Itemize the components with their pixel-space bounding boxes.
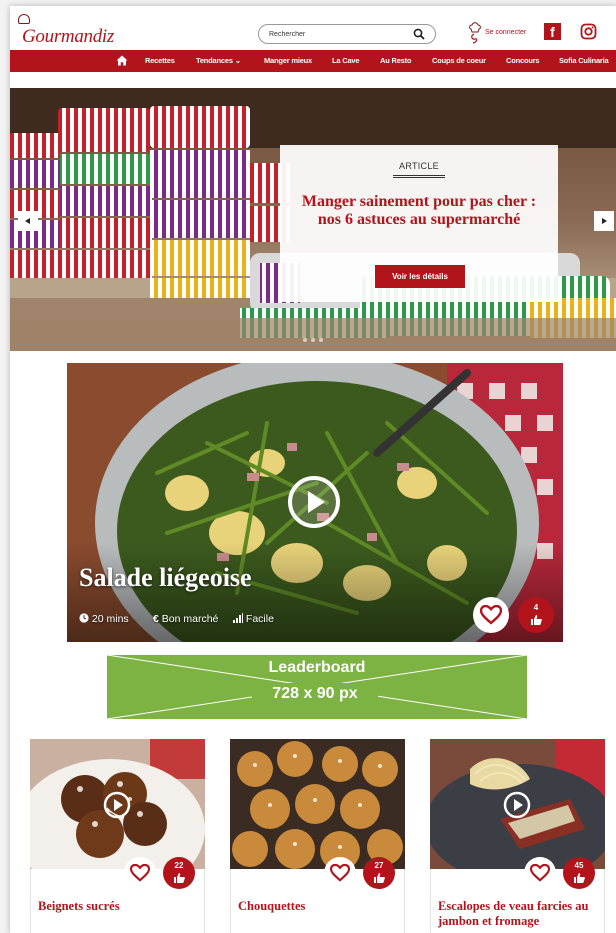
top-bar: Gourmandiz Se connecter f [10, 6, 616, 52]
featured-price: € Bon marché [153, 613, 218, 625]
nav-item-tendances[interactable]: Tendances ⌄ [196, 56, 241, 65]
favorite-button[interactable] [524, 857, 556, 889]
likes-badge[interactable]: 4 [518, 597, 554, 633]
play-icon[interactable] [503, 791, 531, 819]
hero-details-button[interactable]: Voir les détails [375, 265, 465, 288]
search-icon[interactable] [413, 28, 425, 40]
nav-item-au-resto[interactable]: Au Resto [380, 56, 412, 65]
recipe-name[interactable]: Chouquettes [238, 899, 400, 914]
recipe-name[interactable]: Escalopes de veau farcies au jambon et f… [438, 899, 600, 929]
slider-dot[interactable] [311, 338, 315, 342]
nav-item-sofia-culinaria[interactable]: Sofia Culinaria [559, 56, 609, 65]
thumb-icon [531, 615, 542, 625]
clock-icon [79, 613, 89, 623]
nav-item-recettes[interactable]: Recettes [145, 56, 175, 65]
chef-hat-icon [18, 14, 30, 24]
slider-dots [303, 338, 323, 342]
play-icon[interactable] [287, 475, 341, 529]
nav-item-concours[interactable]: Concours [506, 56, 540, 65]
hero-tag: ARTICLE [399, 161, 439, 171]
hero-card: ARTICLE Manger sainement pour pas cher :… [280, 145, 558, 302]
nav-item-la-cave[interactable]: La Cave [332, 56, 360, 65]
favorite-button[interactable] [324, 857, 356, 889]
ad-label: Leaderboard [268, 659, 366, 676]
thumb-icon [174, 873, 185, 883]
featured-time: 20 mins [79, 613, 129, 625]
hero-tag-rule [393, 175, 445, 178]
slider-dot[interactable] [319, 338, 323, 342]
search-input[interactable] [269, 28, 409, 41]
login-link[interactable]: Se connecter [468, 22, 548, 44]
facebook-icon[interactable]: f [544, 23, 561, 40]
favorite-button[interactable] [473, 597, 509, 633]
featured-price-label: Bon marché [161, 613, 219, 625]
instagram-icon[interactable] [580, 23, 597, 40]
nav-item-coups-de-coeur[interactable]: Coups de coeur [432, 56, 486, 65]
likes-badge[interactable]: 27 [363, 857, 395, 889]
page: Gourmandiz Se connecter f Recett [10, 6, 616, 933]
heart-icon [130, 864, 150, 882]
recipe-card[interactable]: 27 Chouquettes [230, 739, 405, 933]
likes-badge[interactable]: 45 [563, 857, 595, 889]
search-box [258, 24, 436, 44]
slider-next-button[interactable] [594, 211, 614, 231]
signal-icon [233, 613, 243, 623]
likes-count: 45 [574, 861, 584, 870]
logo[interactable]: Gourmandiz [16, 14, 126, 48]
play-icon[interactable] [103, 791, 131, 819]
favorite-button[interactable] [124, 857, 156, 889]
facebook-glyph: f [550, 24, 555, 40]
nav-item-manger-mieux[interactable]: Manger mieux [264, 56, 312, 65]
euro-icon: € [153, 613, 159, 625]
logo-text: Gourmandiz [22, 26, 115, 47]
slider-prev-button[interactable] [18, 211, 38, 231]
recipe-name[interactable]: Beignets sucrés [38, 899, 200, 914]
chef-hat-icon [469, 22, 481, 44]
chevron-down-icon: ⌄ [234, 56, 241, 65]
likes-badge[interactable]: 22 [163, 857, 195, 889]
home-icon[interactable] [116, 55, 128, 66]
featured-time-label: 20 mins [91, 613, 129, 625]
recipe-image [230, 739, 405, 869]
heart-icon [530, 864, 550, 882]
featured-difficulty: Facile [233, 613, 274, 625]
login-label: Se connecter [485, 29, 527, 36]
main-nav: Recettes Tendances ⌄ Manger mieux La Cav… [10, 50, 616, 72]
likes-count: 27 [374, 861, 384, 870]
chevron-right-icon [602, 218, 607, 224]
ad-size-label: 728 x 90 px [252, 683, 378, 705]
chevron-left-icon [25, 218, 30, 224]
thumb-icon [374, 873, 385, 883]
hero-title[interactable]: Manger sainement pour pas cher : nos 6 a… [294, 193, 544, 229]
featured-difficulty-label: Facile [245, 613, 274, 625]
heart-icon [330, 864, 350, 882]
nav-item-tendances-label: Tendances [196, 56, 233, 65]
slider-dot[interactable] [303, 338, 307, 342]
thumb-icon [574, 873, 585, 883]
likes-count: 22 [174, 861, 184, 870]
recipe-card[interactable]: 22 Beignets sucrés [30, 739, 205, 933]
featured-recipe[interactable]: Salade liégeoise 20 mins € Bon marché Fa… [67, 363, 563, 642]
featured-title[interactable]: Salade liégeoise [79, 563, 252, 593]
recipe-card[interactable]: 45 Escalopes de veau farcies au jambon e… [430, 739, 605, 933]
likes-count: 4 [533, 603, 539, 612]
ad-banner[interactable]: Leaderboard 728 x 90 px [107, 655, 527, 719]
heart-icon [480, 605, 502, 625]
hero-slider[interactable]: ARTICLE Manger sainement pour pas cher :… [10, 88, 616, 351]
